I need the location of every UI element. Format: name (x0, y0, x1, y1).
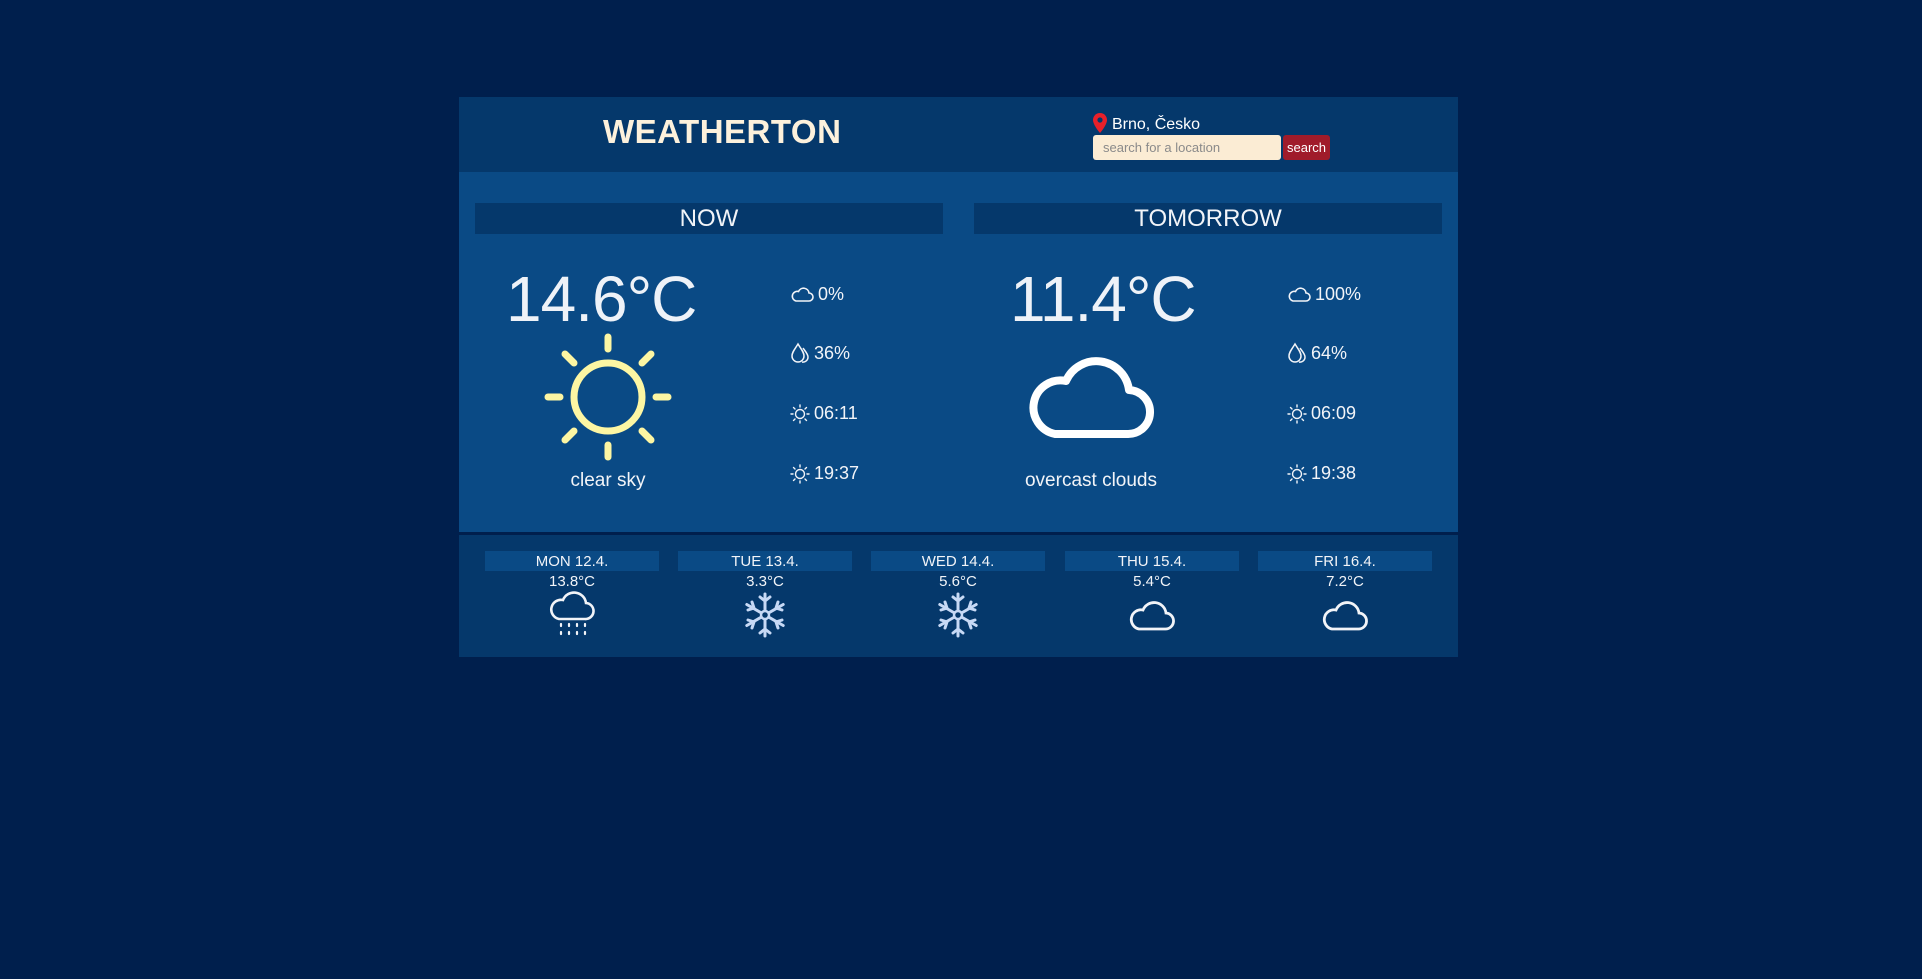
forecast-day: WED 14.4. 5.6°C (871, 551, 1045, 639)
forecast-day-temp: 5.4°C (1133, 573, 1171, 590)
forecast-day: TUE 13.4. 3.3°C (678, 551, 852, 639)
tomorrow-clouds-value: 100% (1315, 284, 1362, 304)
snowflake-icon (745, 592, 785, 638)
tomorrow-heading: TOMORROW (974, 203, 1442, 234)
current-location: Brno, Česko (1093, 113, 1200, 133)
snowflake-icon (938, 592, 978, 638)
tomorrow-sunrise: 06:09 (1287, 403, 1356, 424)
forecast-day-label: FRI 16.4. (1258, 551, 1432, 571)
now-clouds: 0% (790, 284, 844, 305)
humidity-drops-icon (791, 342, 809, 363)
forecast-day: FRI 16.4. 7.2°C (1258, 551, 1432, 639)
forecast-day-temp: 5.6°C (939, 573, 977, 590)
now-humidity: 36% (790, 342, 850, 364)
cloud-icon (1322, 601, 1368, 631)
location-pin-icon (1093, 113, 1107, 133)
sunset-icon (1287, 463, 1307, 484)
cloud-icon (1129, 601, 1175, 631)
cloud-icon (1288, 286, 1311, 302)
forecast-day-temp: 7.2°C (1326, 573, 1364, 590)
weather-app: WEATHERTON Brno, Česko search NOW 14.6°C (459, 97, 1458, 657)
now-sunset-value: 19:37 (814, 463, 860, 483)
search-button[interactable]: search (1283, 135, 1330, 160)
now-panel: NOW 14.6°C clear sky 0% 36% 06:11 19:37 (475, 172, 943, 532)
sunrise-icon (1287, 403, 1307, 424)
now-temperature: 14.6°C (506, 263, 697, 335)
main-panel: NOW 14.6°C clear sky 0% 36% 06:11 19:37 … (459, 172, 1458, 532)
sunrise-icon (790, 403, 810, 424)
tomorrow-temperature: 11.4°C (1010, 263, 1197, 335)
tomorrow-humidity-value: 64% (1311, 342, 1348, 363)
cloud-icon (791, 286, 814, 302)
tomorrow-description: overcast clouds (1024, 470, 1157, 491)
forecast-day: MON 12.4. 13.8°C (485, 551, 659, 639)
now-sunrise: 06:11 (790, 403, 858, 424)
now-sunset: 19:37 (790, 463, 859, 484)
sun-icon (544, 333, 672, 461)
now-sunrise-value: 06:11 (814, 403, 858, 423)
forecast-day-temp: 13.8°C (548, 573, 596, 590)
now-humidity-value: 36% (814, 342, 851, 363)
forecast-day-temp: 3.3°C (746, 573, 784, 590)
forecast-day-label: TUE 13.4. (678, 551, 852, 571)
tomorrow-sunrise-value: 06:09 (1311, 403, 1357, 423)
tomorrow-sunset: 19:38 (1287, 463, 1356, 484)
forecast-day-label: MON 12.4. (485, 551, 659, 571)
forecast-strip: MON 12.4. 13.8°C TUE 13.4. 3.3°C WED 14.… (459, 535, 1458, 657)
cloud-icon (1029, 357, 1154, 438)
now-heading: NOW (475, 203, 943, 234)
location-name: Brno, Česko (1112, 116, 1201, 133)
forecast-day-label: WED 14.4. (871, 551, 1045, 571)
rain-icon (550, 591, 595, 636)
tomorrow-sunset-value: 19:38 (1311, 463, 1357, 483)
tomorrow-panel: TOMORROW 11.4°C overcast clouds 100% 64% (974, 172, 1442, 532)
humidity-drops-icon (1288, 342, 1306, 363)
forecast-day-label: THU 15.4. (1065, 551, 1239, 571)
tomorrow-humidity: 64% (1287, 342, 1347, 364)
app-header: WEATHERTON Brno, Česko search (459, 97, 1458, 172)
app-title: WEATHERTON (603, 113, 842, 150)
now-clouds-value: 0% (818, 284, 845, 304)
tomorrow-clouds: 100% (1287, 284, 1361, 305)
now-description: clear sky (570, 470, 646, 491)
forecast-day: THU 15.4. 5.4°C (1065, 551, 1239, 639)
location-search-input[interactable] (1093, 135, 1281, 160)
sunset-icon (790, 463, 810, 484)
